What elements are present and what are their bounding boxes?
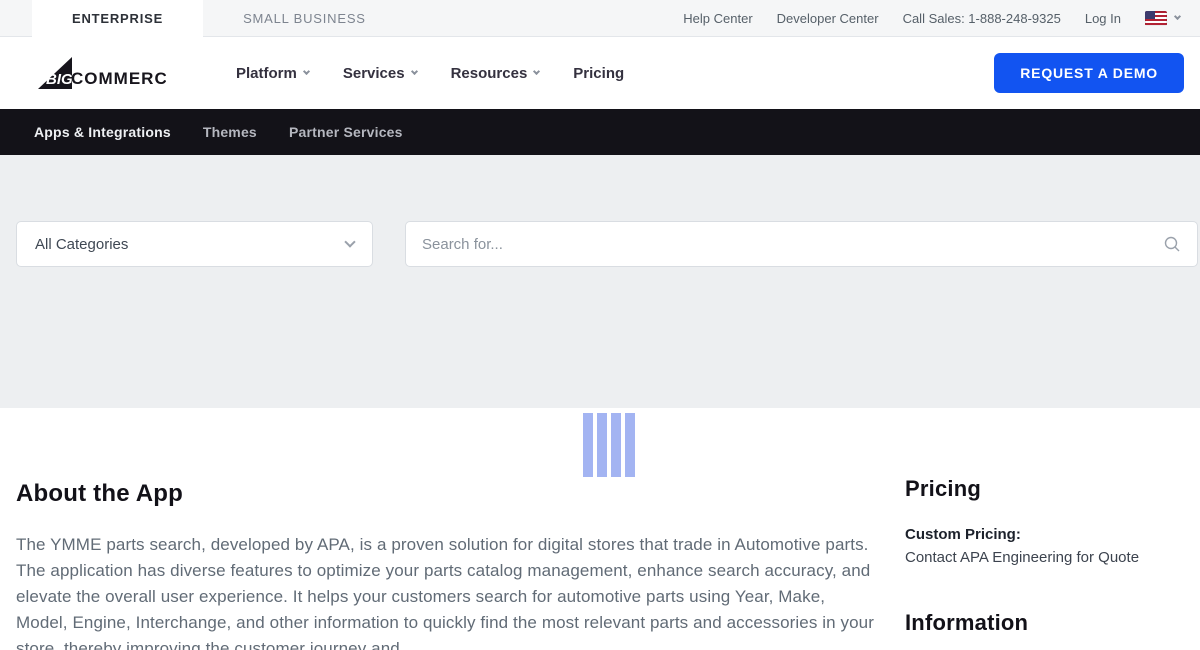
utility-links: Help Center Developer Center Call Sales:… xyxy=(683,0,1200,36)
locale-selector[interactable] xyxy=(1145,10,1182,26)
loader-bar xyxy=(583,413,593,477)
developer-center-link[interactable]: Developer Center xyxy=(777,11,879,26)
nav-resources-label: Resources xyxy=(450,64,528,82)
custom-pricing-value: Contact APA Engineering for Quote xyxy=(905,549,1140,566)
log-in-link[interactable]: Log In xyxy=(1085,11,1121,26)
tab-small-business[interactable]: SMALL BUSINESS xyxy=(203,0,406,36)
marketplace-nav: Apps & Integrations Themes Partner Servi… xyxy=(0,109,1200,155)
chevron-down-icon xyxy=(410,67,418,76)
loading-indicator xyxy=(583,413,635,477)
sidebar: Pricing Custom Pricing: Contact APA Engi… xyxy=(905,476,1190,636)
nav-platform-label: Platform xyxy=(236,64,297,82)
chevron-down-icon xyxy=(533,67,541,76)
search-input[interactable] xyxy=(422,235,1153,253)
logo-big-text: BIG xyxy=(46,71,73,88)
loader-bar xyxy=(597,413,607,477)
loader-bar xyxy=(625,413,635,477)
nav-pricing-label: Pricing xyxy=(573,64,625,82)
nav-services[interactable]: Services xyxy=(342,64,418,82)
logo-commerce-text: COMMERCE xyxy=(71,69,166,88)
category-dropdown-value: All Categories xyxy=(35,235,129,253)
nav-services-label: Services xyxy=(342,64,405,82)
about-paragraph: The YMME parts search, developed by APA,… xyxy=(16,535,874,650)
information-title: Information xyxy=(905,610,1029,635)
chevron-down-icon xyxy=(1173,12,1182,21)
content-area: About the App The YMME parts search, dev… xyxy=(0,408,1200,650)
utility-bar: ENTERPRISE SMALL BUSINESS Help Center De… xyxy=(0,0,1200,37)
us-flag-icon xyxy=(1145,10,1167,26)
loader-bar xyxy=(611,413,621,477)
chevron-down-icon xyxy=(344,236,356,248)
nav-pricing[interactable]: Pricing xyxy=(573,65,624,82)
search-hero: All Categories xyxy=(0,155,1200,408)
subnav-apps-integrations[interactable]: Apps & Integrations xyxy=(34,124,171,140)
tab-enterprise[interactable]: ENTERPRISE xyxy=(32,0,204,37)
search-box xyxy=(405,221,1198,267)
about-title: About the App xyxy=(16,480,184,507)
custom-pricing-label: Custom Pricing: xyxy=(905,526,1021,543)
nav-platform[interactable]: Platform xyxy=(236,64,310,82)
help-center-link[interactable]: Help Center xyxy=(683,11,752,26)
about-section: About the App The YMME parts search, dev… xyxy=(16,480,874,650)
subnav-themes[interactable]: Themes xyxy=(203,124,257,140)
category-dropdown[interactable]: All Categories xyxy=(16,221,373,267)
request-demo-button[interactable]: REQUEST A DEMO xyxy=(994,53,1184,93)
primary-nav: Platform Services Resources Pricing xyxy=(236,65,624,82)
call-sales-link[interactable]: Call Sales: 1-888-248-9325 xyxy=(903,11,1061,26)
bigcommerce-logo[interactable]: BIG COMMERCE xyxy=(34,55,166,91)
pricing-title: Pricing xyxy=(905,476,981,501)
main-header: BIG COMMERCE Platform Services Resources… xyxy=(0,37,1200,109)
search-icon xyxy=(1164,236,1180,252)
nav-resources[interactable]: Resources xyxy=(450,64,541,82)
subnav-partner-services[interactable]: Partner Services xyxy=(289,124,403,140)
chevron-down-icon xyxy=(302,67,310,76)
search-row: All Categories xyxy=(0,155,1200,267)
